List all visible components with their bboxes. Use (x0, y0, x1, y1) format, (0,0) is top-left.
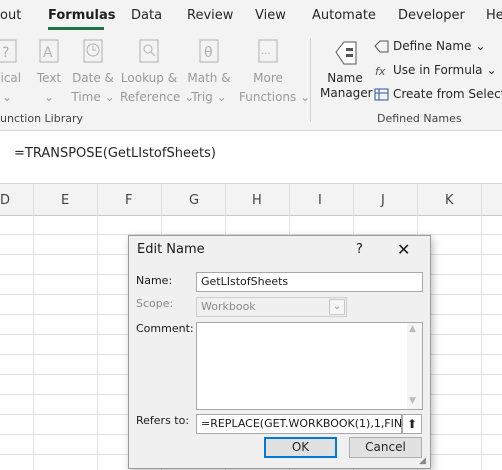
tab-data[interactable]: Data (131, 8, 162, 23)
tag-icon (374, 40, 389, 52)
lookup-reference-button[interactable]: Lookup & Reference ⌄ (120, 38, 194, 108)
use-in-formula-button[interactable]: fx Use in Formula ⌄ (374, 63, 497, 77)
chevron-down-icon: ⌄ (104, 90, 115, 104)
chevron-down-icon: ⌄ (300, 90, 311, 104)
name-manager-icon (335, 41, 357, 65)
column-header-row (0, 184, 502, 216)
more-functions-button[interactable]: ... More Functions ⌄ (239, 38, 310, 108)
date-time-label-2: Time (71, 90, 101, 104)
svg-text:fx: fx (375, 65, 386, 77)
chevron-down-icon: ⌄ (475, 39, 486, 53)
scroll-down-icon[interactable]: ▼ (409, 396, 416, 406)
tab-formulas[interactable]: Formulas (48, 8, 115, 23)
tab-help[interactable]: He (486, 8, 502, 23)
date-time-icon (83, 39, 103, 63)
svg-text:θ: θ (204, 45, 213, 61)
tab-developer[interactable]: Developer (398, 8, 465, 23)
lookup-label: Lookup & (120, 71, 178, 85)
resize-grip-icon[interactable]: ◢ (419, 456, 426, 466)
svg-text:A: A (43, 45, 53, 61)
create-from-selection-icon (374, 88, 389, 100)
math-trig-label: Math & (187, 71, 231, 85)
column-header-j[interactable]: J (381, 193, 385, 208)
dialog-title: Edit Name (137, 242, 205, 257)
scroll-up-icon[interactable]: ▲ (409, 324, 416, 334)
more-functions-label: More (253, 71, 283, 85)
name-manager-label-2: Manager (320, 86, 373, 100)
lookup-label-2: Reference (120, 90, 181, 104)
define-name-label: Define Name (393, 39, 472, 53)
fx-icon: fx (375, 65, 386, 77)
cancel-button[interactable]: Cancel (349, 437, 422, 458)
scope-label: Scope: (136, 297, 174, 310)
chevron-down-icon: ⌄ (486, 63, 497, 77)
create-from-selection-button[interactable]: Create from Selection (374, 87, 502, 101)
active-tab-indicator (48, 27, 104, 30)
use-in-formula-label: Use in Formula (393, 63, 483, 77)
scope-select: Workbook (196, 297, 347, 317)
name-manager-label: Name (327, 71, 363, 85)
refers-to-field[interactable]: =REPLACE(GET.WORKBOOK(1),1,FIND(" (196, 414, 402, 434)
math-trig-icon: θ (199, 39, 219, 63)
name-manager-button[interactable]: Name Manager (320, 38, 373, 108)
column-header-i[interactable]: I (318, 193, 322, 208)
tab-review[interactable]: Review (187, 8, 233, 23)
create-from-selection-label: Create from Selection (393, 87, 502, 101)
define-name-button[interactable]: Define Name ⌄ (374, 39, 485, 53)
name-field[interactable]: GetLIstofSheets (196, 272, 423, 292)
text-icon: A (39, 39, 59, 63)
scope-value: Workbook (201, 300, 256, 313)
column-header-h[interactable]: H (252, 193, 262, 208)
refers-to-label: Refers to: (136, 414, 190, 427)
column-header-k[interactable]: K (445, 193, 454, 208)
column-header-e[interactable]: E (61, 193, 69, 208)
defined-names-group-label: Defined Names (377, 112, 462, 125)
tab-view[interactable]: View (255, 8, 286, 23)
close-icon[interactable]: ✕ (397, 240, 410, 259)
arrow-up-icon: ⬆ (406, 417, 418, 431)
svg-text:?: ? (2, 45, 9, 61)
chevron-down-icon: ⌄ (329, 299, 345, 315)
name-label: Name: (136, 274, 173, 287)
more-functions-icon: ... (258, 39, 278, 63)
ok-button[interactable]: OK (264, 437, 337, 458)
tab-automate[interactable]: Automate (312, 8, 376, 23)
grid-line (481, 184, 482, 470)
column-header-d[interactable]: D (0, 193, 10, 208)
comment-label: Comment: (136, 322, 194, 335)
logical-icon: ? (0, 39, 17, 63)
more-functions-label-2: Functions (239, 90, 297, 104)
math-trig-label-2: Trig (191, 90, 213, 104)
formula-bar-text: =TRANSPOSE(GetLIstofSheets) (14, 146, 216, 161)
help-button[interactable]: ? (356, 242, 363, 257)
column-header-g[interactable]: G (189, 193, 199, 208)
grid-line (97, 184, 98, 470)
collapse-dialog-button[interactable]: ⬆ (402, 414, 422, 434)
column-header-f[interactable]: F (125, 193, 132, 208)
group-separator (310, 38, 311, 122)
grid-line (33, 184, 34, 470)
comment-field[interactable] (196, 322, 423, 410)
date-time-label: Date & (72, 71, 114, 85)
svg-text:...: ... (261, 46, 271, 57)
tab-page-layout[interactable]: out (0, 8, 21, 23)
chevron-down-icon: ⌄ (216, 90, 227, 104)
function-library-group-label: unction Library (0, 112, 84, 125)
math-trig-button[interactable]: θ Math & Trig ⌄ (180, 38, 238, 108)
date-time-button[interactable]: Date & Time ⌄ (64, 38, 122, 108)
lookup-icon (139, 39, 159, 63)
